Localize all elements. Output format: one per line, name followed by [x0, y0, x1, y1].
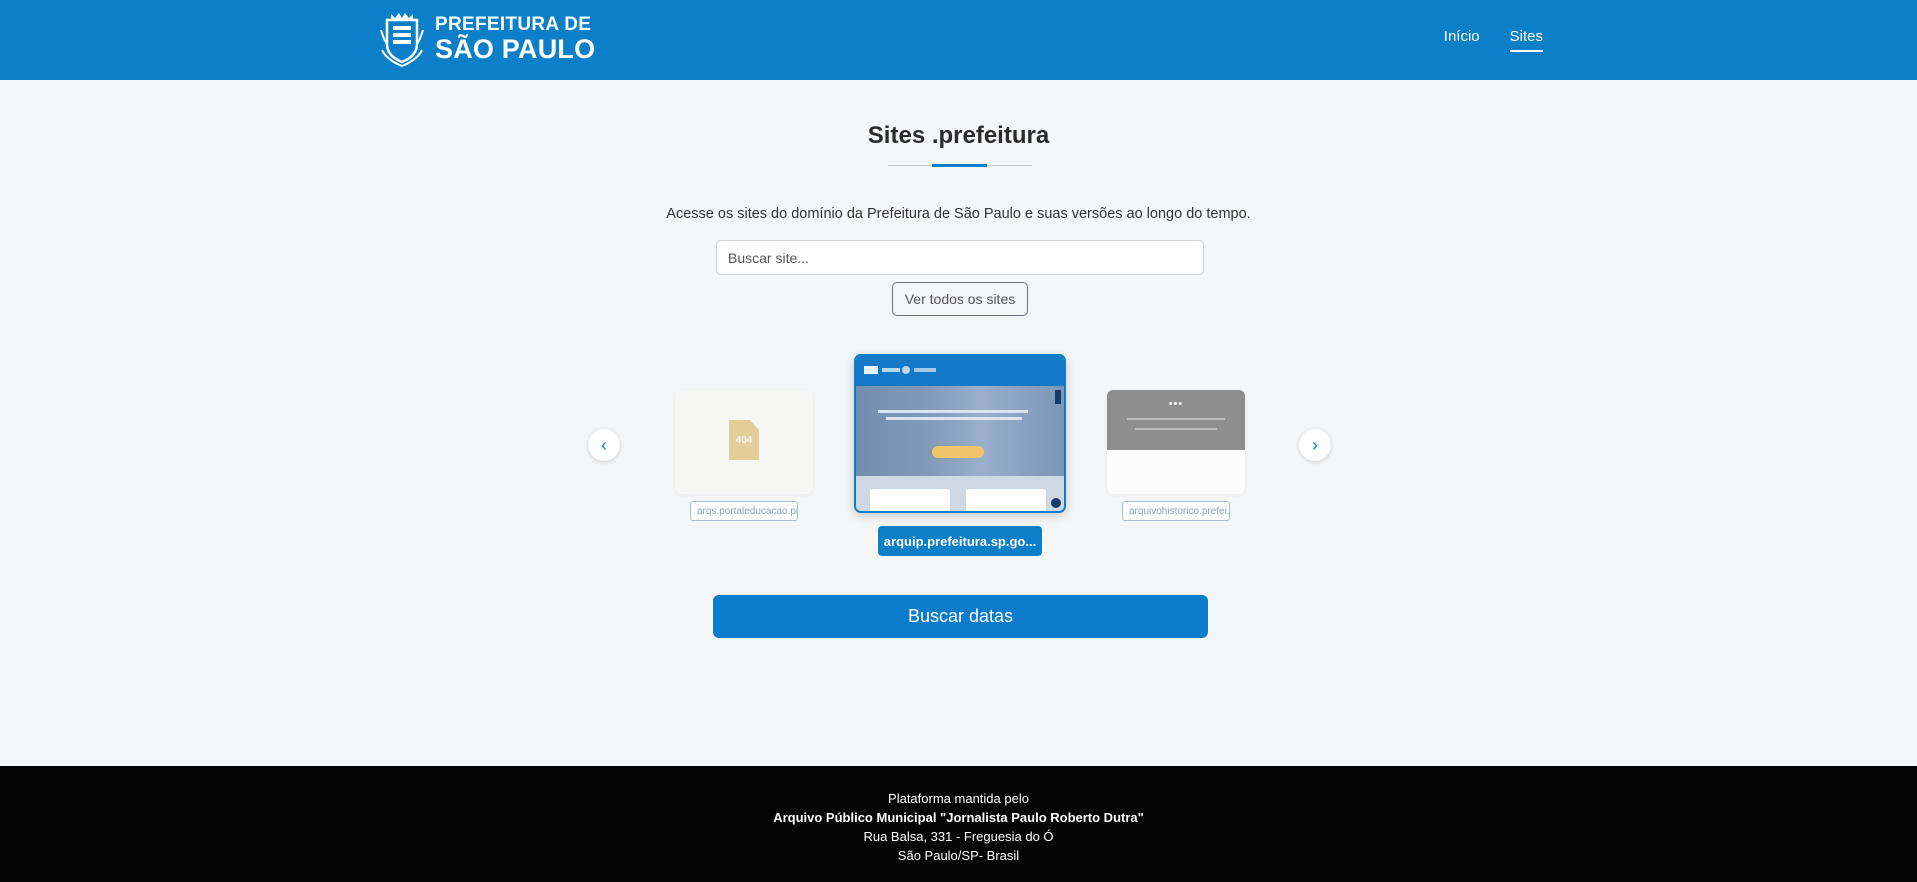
footer-city: São Paulo/SP- Brasil	[897, 848, 1020, 863]
city-crest-icon	[380, 13, 424, 68]
view-all-sites-button[interactable]: Ver todos os sites	[892, 282, 1028, 316]
chevron-left-icon: ‹	[601, 434, 607, 455]
accessibility-icon	[1051, 498, 1061, 508]
nav-link-sites[interactable]: Sites	[1509, 28, 1543, 52]
logo-line2: SÃO PAULO	[435, 34, 596, 64]
footer-address: Rua Balsa, 331 - Freguesia do Ó	[863, 829, 1054, 844]
not-found-document-icon: 404	[729, 420, 759, 460]
carousel-card-label[interactable]: arquivohistorico.prefei...	[1122, 501, 1230, 521]
main-nav: Início Sites	[1444, 28, 1543, 52]
site-header: PREFEITURA DE SÃO PAULO Início Sites	[0, 0, 1917, 80]
carousel-card-selected[interactable]	[854, 354, 1066, 513]
site-search-input[interactable]	[716, 240, 1204, 275]
nav-link-inicio[interactable]: Início	[1444, 28, 1480, 52]
search-dates-button[interactable]: Buscar datas	[713, 595, 1208, 638]
carousel-prev-button[interactable]: ‹	[588, 429, 620, 461]
prefeitura-logo[interactable]: PREFEITURA DE SÃO PAULO	[379, 10, 595, 68]
footer-maintained-by: Plataforma mantida pelo	[888, 791, 1029, 806]
logo-wordmark: PREFEITURA DE SÃO PAULO	[435, 15, 595, 63]
carousel-card-previous[interactable]: 404	[675, 390, 813, 494]
page-title: Sites .prefeitura	[867, 122, 1050, 149]
carousel-card-label[interactable]: arqs.portaleducacao.pr...	[690, 501, 798, 521]
chevron-right-icon: ›	[1312, 434, 1318, 455]
carousel-next-button[interactable]: ›	[1299, 429, 1331, 461]
logo-line1: PREFEITURA DE	[435, 14, 592, 35]
carousel-card-next[interactable]: •••	[1107, 390, 1245, 494]
carousel-card-label-selected[interactable]: arquip.prefeitura.sp.go...	[878, 526, 1042, 556]
footer-institution: Arquivo Público Municipal "Jornalista Pa…	[773, 810, 1144, 825]
title-divider-accent	[932, 164, 987, 167]
thumbnail-header	[856, 356, 1064, 386]
loading-dots-icon: •••	[1168, 398, 1184, 410]
site-footer: Plataforma mantida pelo Arquivo Público …	[0, 766, 1917, 882]
page-subtitle: Acesse os sites do domínio da Prefeitura…	[666, 206, 1251, 222]
